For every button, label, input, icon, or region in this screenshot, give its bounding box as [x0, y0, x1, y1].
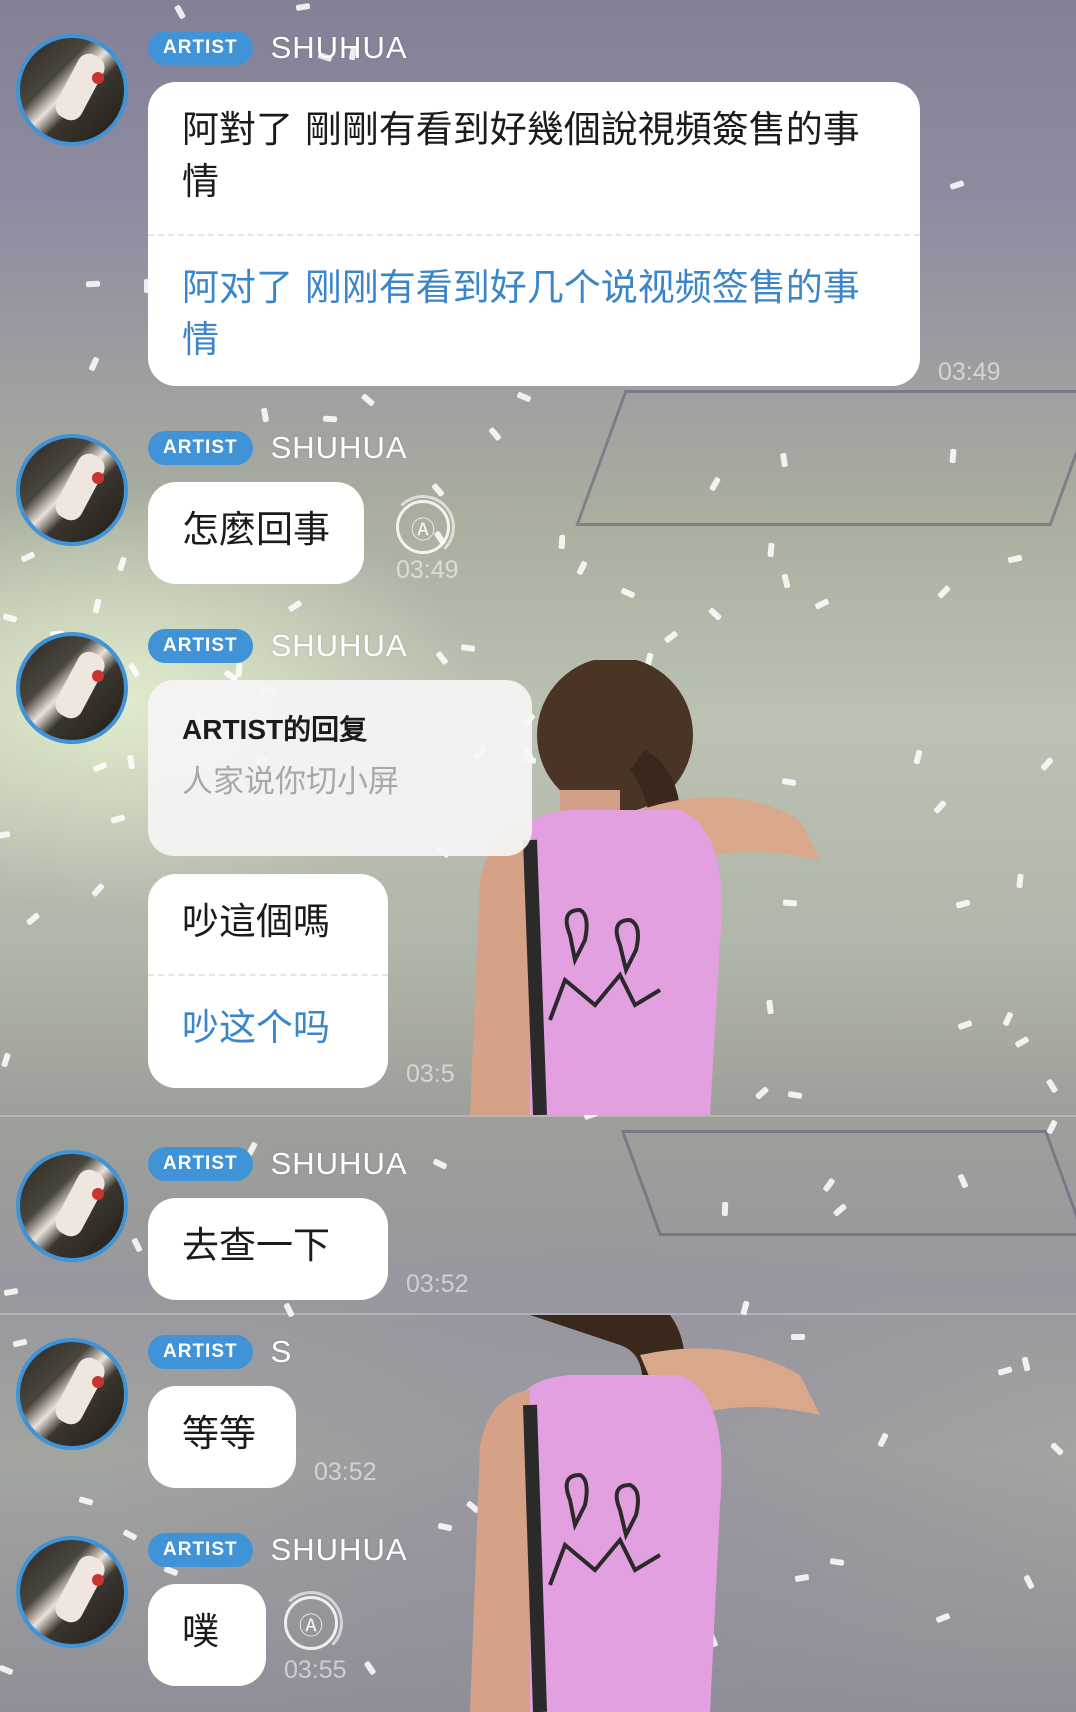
- confetti-piece: [85, 280, 101, 288]
- sender-name: SHUHUA: [270, 628, 408, 663]
- stage-truss: [620, 1130, 1076, 1236]
- avatar-hand: [51, 449, 109, 525]
- avatar-mic: [92, 1376, 104, 1388]
- translate-icon[interactable]: Ⓐ: [391, 495, 455, 559]
- avatar[interactable]: [16, 1536, 128, 1648]
- sender-name: SHUHUA: [270, 1532, 408, 1567]
- confetti-piece: [235, 662, 243, 678]
- translation-divider: [148, 234, 920, 236]
- stage-truss: [575, 390, 1076, 526]
- sender-name: SHUHUA: [270, 1146, 408, 1181]
- message-header: ARTIST SHUHUA: [148, 30, 408, 66]
- avatar-mic: [92, 1574, 104, 1586]
- confetti-piece: [322, 415, 338, 423]
- message-bubble[interactable]: 吵這個嗎 吵这个吗: [148, 874, 388, 1088]
- performer-image: [470, 660, 910, 1115]
- message-translation: 阿对了 刚刚有看到好几个说视频签售的事情: [182, 266, 860, 361]
- message-time: 03:49: [938, 358, 1001, 386]
- performer-illustration: [470, 1315, 820, 1712]
- message-text: 怎麼回事: [182, 508, 330, 551]
- confetti-piece: [721, 1201, 729, 1217]
- avatar-mic: [92, 472, 104, 484]
- message-text: 等等: [182, 1412, 256, 1455]
- message-header: ARTIST SHUHUA: [148, 1532, 408, 1568]
- message-header: ARTIST SHUHUA: [148, 430, 408, 466]
- avatar-mic: [92, 72, 104, 84]
- message-time: 03:52: [406, 1270, 469, 1298]
- message-text: 吵這個嗎: [182, 900, 330, 943]
- performer-illustration: [470, 660, 820, 1115]
- message-bubble[interactable]: 等等: [148, 1386, 296, 1488]
- message-bubble[interactable]: 噗: [148, 1584, 266, 1686]
- translate-arc: [279, 1591, 343, 1655]
- message-bubble[interactable]: 去查一下: [148, 1198, 388, 1300]
- message-text: 阿對了 剛剛有看到好幾個說視頻簽售的事情: [182, 108, 860, 203]
- message-time: 03:55: [284, 1656, 347, 1684]
- reply-quoted-text: 人家说你切小屏: [182, 764, 399, 800]
- artist-badge: ARTIST: [148, 1533, 253, 1567]
- message-bubble[interactable]: 怎麼回事: [148, 482, 364, 584]
- avatar[interactable]: [16, 1150, 128, 1262]
- avatar-hand: [51, 1353, 109, 1429]
- confetti-piece: [558, 534, 566, 550]
- avatar[interactable]: [16, 434, 128, 546]
- avatar-hand: [51, 1165, 109, 1241]
- translation-divider: [148, 974, 388, 976]
- sender-name: S: [270, 1334, 293, 1369]
- confetti-piece: [767, 542, 775, 558]
- message-time: 03:52: [314, 1458, 377, 1486]
- artist-badge: ARTIST: [148, 1335, 253, 1369]
- message-header: ARTIST S: [148, 1334, 292, 1370]
- message-text: 噗: [182, 1610, 219, 1653]
- avatar[interactable]: [16, 1338, 128, 1450]
- reply-title: ARTIST的回复: [182, 714, 368, 745]
- artist-badge: ARTIST: [148, 431, 253, 465]
- message-translation: 吵这个吗: [182, 1006, 330, 1049]
- avatar-mic: [92, 1188, 104, 1200]
- message-time: 03:49: [396, 556, 459, 584]
- message-header: ARTIST SHUHUA: [148, 628, 408, 664]
- translate-icon[interactable]: Ⓐ: [279, 1591, 343, 1655]
- avatar[interactable]: [16, 34, 128, 146]
- screenshot-seam: [0, 1115, 1076, 1117]
- message-text: 去查一下: [182, 1224, 330, 1267]
- avatar-hand: [51, 1551, 109, 1627]
- sender-name: SHUHUA: [270, 30, 408, 65]
- artist-badge: ARTIST: [148, 629, 253, 663]
- message-bubble[interactable]: 阿對了 剛剛有看到好幾個說視頻簽售的事情 阿对了 刚刚有看到好几个说视频签售的事…: [148, 82, 920, 386]
- confetti-piece: [949, 448, 957, 464]
- avatar-hand: [51, 49, 109, 125]
- sender-name: SHUHUA: [270, 430, 408, 465]
- translate-arc: [391, 495, 455, 559]
- message-time: 03:5: [406, 1060, 455, 1088]
- avatar-hand: [51, 647, 109, 723]
- reply-preview-card[interactable]: ARTIST的回复 人家说你切小屏: [148, 680, 532, 856]
- artist-badge: ARTIST: [148, 31, 253, 65]
- message-header: ARTIST SHUHUA: [148, 1146, 408, 1182]
- avatar[interactable]: [16, 632, 128, 744]
- avatar-mic: [92, 670, 104, 682]
- performer-image: [470, 1315, 910, 1712]
- artist-badge: ARTIST: [148, 1147, 253, 1181]
